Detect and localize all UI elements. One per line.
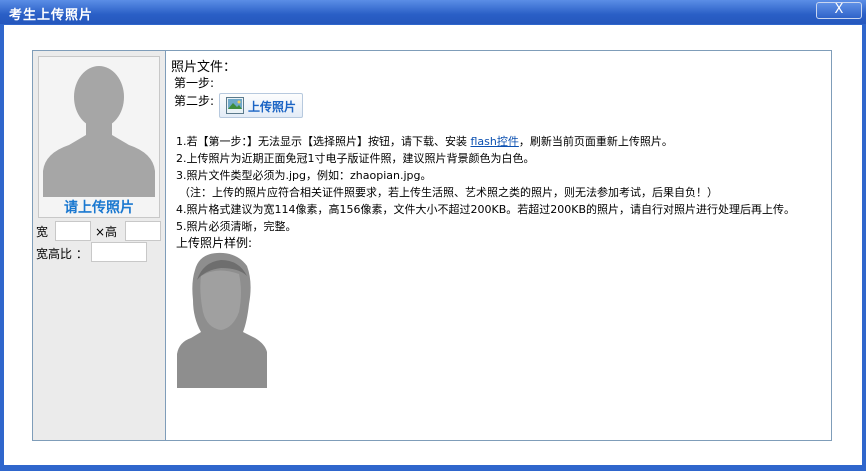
upload-frame: 请上传照片 宽 ×高 宽高比 ： 照片文件： 第一步: 第二步: 上传照片 1.… (32, 50, 832, 441)
upload-photo-dialog: 考生上传照片 X 请上传照片 宽 ×高 宽高比 ： 照片文件： 第一步: 第二步… (0, 0, 866, 471)
person-silhouette-icon (39, 57, 159, 217)
note-1: 1.若【第一步：】无法显示【选择照片】按钮，请下载、安装 flash控件，刷新当… (176, 133, 795, 150)
note-2: 2.上传照片为近期正面免冠1寸电子版证件照，建议照片背景颜色为白色。 (176, 152, 535, 165)
note-5: 5.照片必须清晰，完整。 (176, 220, 297, 233)
note-1-suffix: ，刷新当前页面重新上传照片。 (518, 135, 673, 148)
note-4: 4.照片格式建议为宽114像素，高156像素，文件大小不超过200KB。若超过2… (176, 203, 795, 216)
photo-file-label: 照片文件： (171, 60, 237, 75)
photo-placeholder (38, 56, 160, 218)
sample-portrait-image (177, 252, 267, 388)
height-input[interactable] (125, 221, 161, 241)
upload-photo-button[interactable]: 上传照片 (219, 93, 303, 118)
width-input[interactable] (55, 221, 91, 241)
step1-label: 第一步: (174, 76, 215, 90)
title-bar[interactable]: 考生上传照片 X (0, 0, 866, 24)
note-3-remark: （注：上传的照片应符合相关证件照要求，若上传生活照、艺术照之类的照片，则无法参加… (179, 186, 718, 199)
window-title: 考生上传照片 (9, 8, 94, 23)
height-label: ×高 (95, 225, 118, 239)
close-button[interactable]: X (816, 2, 862, 19)
sample-photo (177, 252, 267, 388)
flash-download-link[interactable]: flash控件 (471, 135, 519, 148)
note-3: 3.照片文件类型必须为.jpg，例如：zhaopian.jpg。 (176, 169, 432, 182)
step2-label: 第二步: (174, 94, 215, 108)
sample-label: 上传照片样例: (176, 236, 253, 250)
upload-prompt-link[interactable]: 请上传照片 (38, 197, 160, 217)
upload-picture-icon (226, 97, 244, 114)
aspect-ratio-input[interactable] (91, 242, 147, 262)
upload-notes: 1.若【第一步：】无法显示【选择照片】按钮，请下载、安装 flash控件，刷新当… (176, 133, 795, 252)
note-1-text: 1.若【第一步：】无法显示【选择照片】按钮，请下载、安装 (176, 135, 467, 148)
aspect-ratio-label: 宽高比 ： (36, 247, 88, 261)
width-label: 宽 (36, 225, 49, 239)
dialog-body: 请上传照片 宽 ×高 宽高比 ： 照片文件： 第一步: 第二步: 上传照片 1.… (4, 25, 862, 465)
upload-photo-label: 上传照片 (248, 100, 297, 114)
photo-preview-panel: 请上传照片 宽 ×高 宽高比 ： (33, 51, 166, 440)
